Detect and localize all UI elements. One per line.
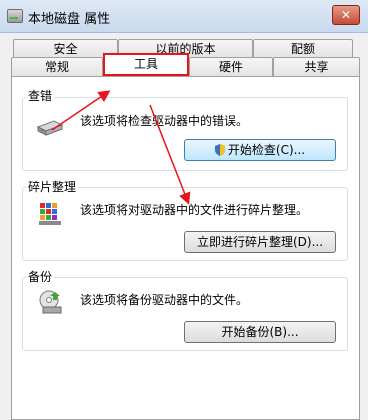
tab-quota[interactable]: 配额 — [253, 39, 353, 58]
close-button[interactable]: ✕ — [332, 5, 360, 25]
start-check-label: 开始检查(C)... — [227, 143, 306, 157]
backup-icon — [39, 290, 62, 314]
title-bar: 本地磁盘 属性 ✕ — [0, 0, 368, 33]
start-check-button[interactable]: 开始检查(C)... — [184, 139, 336, 161]
tab-sharing[interactable]: 共享 — [273, 57, 360, 76]
check-description: 该选项将检查驱动器中的错误。 — [80, 114, 249, 128]
uac-shield-icon — [214, 144, 225, 156]
backup-group-title: 备份 — [26, 268, 55, 285]
defrag-group-title: 碎片整理 — [26, 178, 79, 195]
defrag-icon — [39, 203, 61, 225]
defrag-now-button[interactable]: 立即进行碎片整理(D)... — [184, 231, 336, 253]
tools-panel: 查错 该选项将检查驱动器中的错误。 开始检查(C)... 碎片整理 该选项将对驱… — [11, 76, 360, 420]
defrag-description: 该选项将对驱动器中的文件进行碎片整理。 — [80, 203, 309, 217]
backup-description: 该选项将备份驱动器中的文件。 — [80, 293, 249, 307]
check-group-title: 查错 — [26, 87, 55, 104]
start-backup-button[interactable]: 开始备份(B)... — [184, 321, 336, 343]
window-title: 本地磁盘 属性 — [28, 12, 111, 27]
tab-hardware[interactable]: 硬件 — [189, 57, 273, 76]
hard-drive-icon — [36, 120, 64, 136]
tools-tab-highlight — [103, 53, 189, 76]
drive-icon — [7, 9, 23, 23]
tab-general[interactable]: 常规 — [11, 57, 103, 76]
